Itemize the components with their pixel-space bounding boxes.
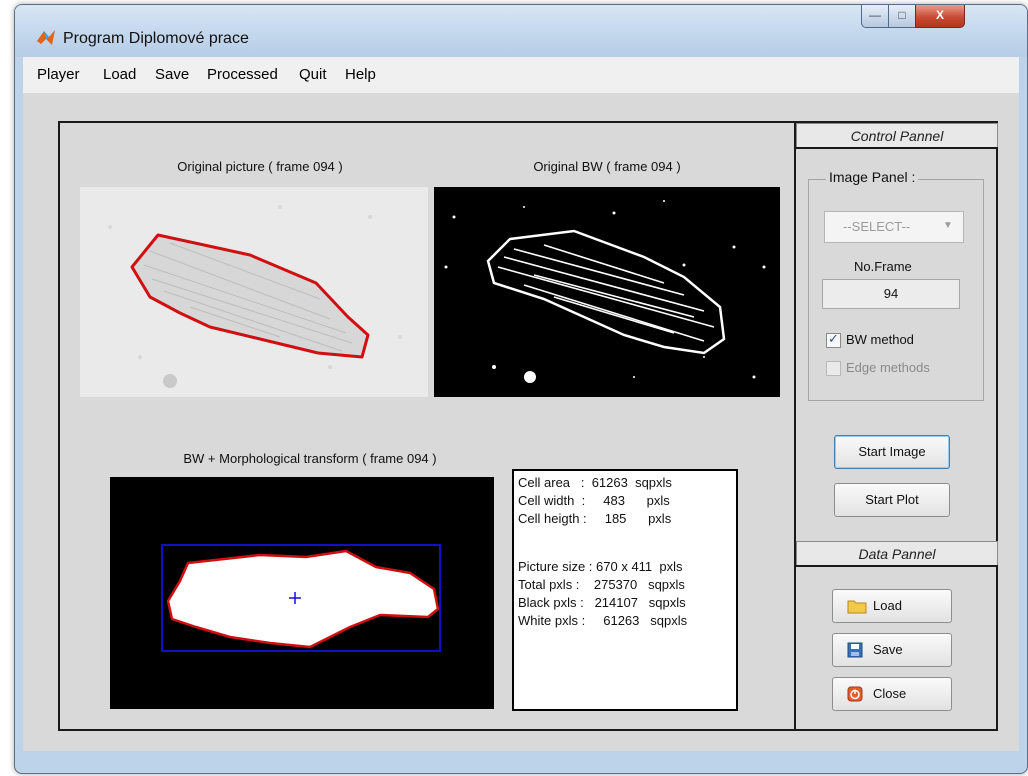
menu-help[interactable]: Help (345, 66, 376, 83)
morph-title: BW + Morphological transform ( frame 094… (183, 451, 437, 466)
maximize-icon: □ (898, 8, 906, 22)
title-bar[interactable]: Program Diplomové prace — □ X (15, 5, 1027, 57)
floppy-disk-icon (847, 642, 863, 658)
bw-method-checkbox[interactable]: ✓ (826, 331, 841, 348)
info-cell-area: Cell area : 61263 sqpxls (518, 475, 672, 490)
power-off-icon (847, 686, 863, 702)
original-bw-title: Original BW ( frame 094 ) (533, 159, 681, 174)
original-picture-image (80, 187, 428, 397)
folder-icon (847, 600, 867, 614)
load-label: Load (873, 598, 902, 613)
edge-methods-label: Edge methods (846, 360, 930, 375)
original-picture-title: Original picture ( frame 094 ) (177, 159, 343, 174)
control-panel-header: Control Pannel (796, 123, 998, 149)
no-frame-label: No.Frame (854, 259, 912, 274)
menu-load[interactable]: Load (103, 66, 136, 83)
image-panel-label: Image Panel : (826, 169, 919, 185)
close-icon: X (935, 8, 944, 22)
original-bw-image (434, 187, 780, 397)
info-black-pxls: Black pxls : 214107 sqpxls (518, 595, 686, 610)
close-label: Close (873, 686, 907, 701)
menu-bar: Player Load Save Processed Quit Help (23, 57, 1019, 94)
save-label: Save (873, 642, 903, 657)
data-panel-header: Data Pannel (796, 541, 998, 567)
side-panel: Control Pannel Image Panel : --SELECT-- … (794, 123, 998, 729)
method-select-value: --SELECT-- (843, 219, 911, 234)
bw-method-label: BW method (846, 332, 914, 347)
main-panel: Original picture ( frame 094 ) Original … (58, 121, 998, 731)
menu-save[interactable]: Save (155, 66, 189, 83)
info-cell-height: Cell heigth : 185 pxls (518, 511, 672, 526)
close-button[interactable]: Close (832, 677, 952, 711)
edge-methods-checkbox[interactable] (826, 361, 841, 376)
figure-area: Original picture ( frame 094 ) Original … (23, 93, 1019, 751)
control-panel: Image Panel : --SELECT-- ▼ No.Frame 94 ✓… (796, 147, 998, 545)
morph-image (110, 477, 494, 709)
menu-quit[interactable]: Quit (299, 66, 327, 83)
data-panel: Load Save Close (796, 565, 998, 731)
window-title: Program Diplomové prace (63, 30, 249, 47)
menu-player[interactable]: Player (37, 66, 80, 83)
info-picture-size: Picture size : 670 x 411 pxls (518, 559, 683, 574)
load-button[interactable]: Load (832, 589, 952, 623)
menu-processed[interactable]: Processed (207, 66, 278, 83)
save-button[interactable]: Save (832, 633, 952, 667)
info-white-pxls: White pxls : 61263 sqpxls (518, 613, 688, 628)
start-plot-button[interactable]: Start Plot (834, 483, 950, 517)
no-frame-field[interactable]: 94 (822, 279, 960, 309)
method-select[interactable]: --SELECT-- ▼ (824, 211, 964, 243)
close-window-button[interactable]: X (915, 5, 965, 28)
info-total-pxls: Total pxls : 275370 sqpxls (518, 577, 685, 592)
chevron-down-icon: ▼ (943, 220, 953, 231)
minimize-icon: — (869, 8, 881, 22)
maximize-button[interactable]: □ (888, 5, 916, 28)
info-cell-width: Cell width : 483 pxls (518, 493, 670, 508)
matlab-logo-icon (37, 30, 55, 45)
measurement-info-box: Cell area : 61263 sqpxls Cell width : 48… (512, 469, 738, 711)
app-window: Program Diplomové prace — □ X Player Loa… (14, 4, 1028, 774)
minimize-button[interactable]: — (861, 5, 889, 28)
check-icon: ✓ (828, 331, 839, 346)
start-image-button[interactable]: Start Image (834, 435, 950, 469)
